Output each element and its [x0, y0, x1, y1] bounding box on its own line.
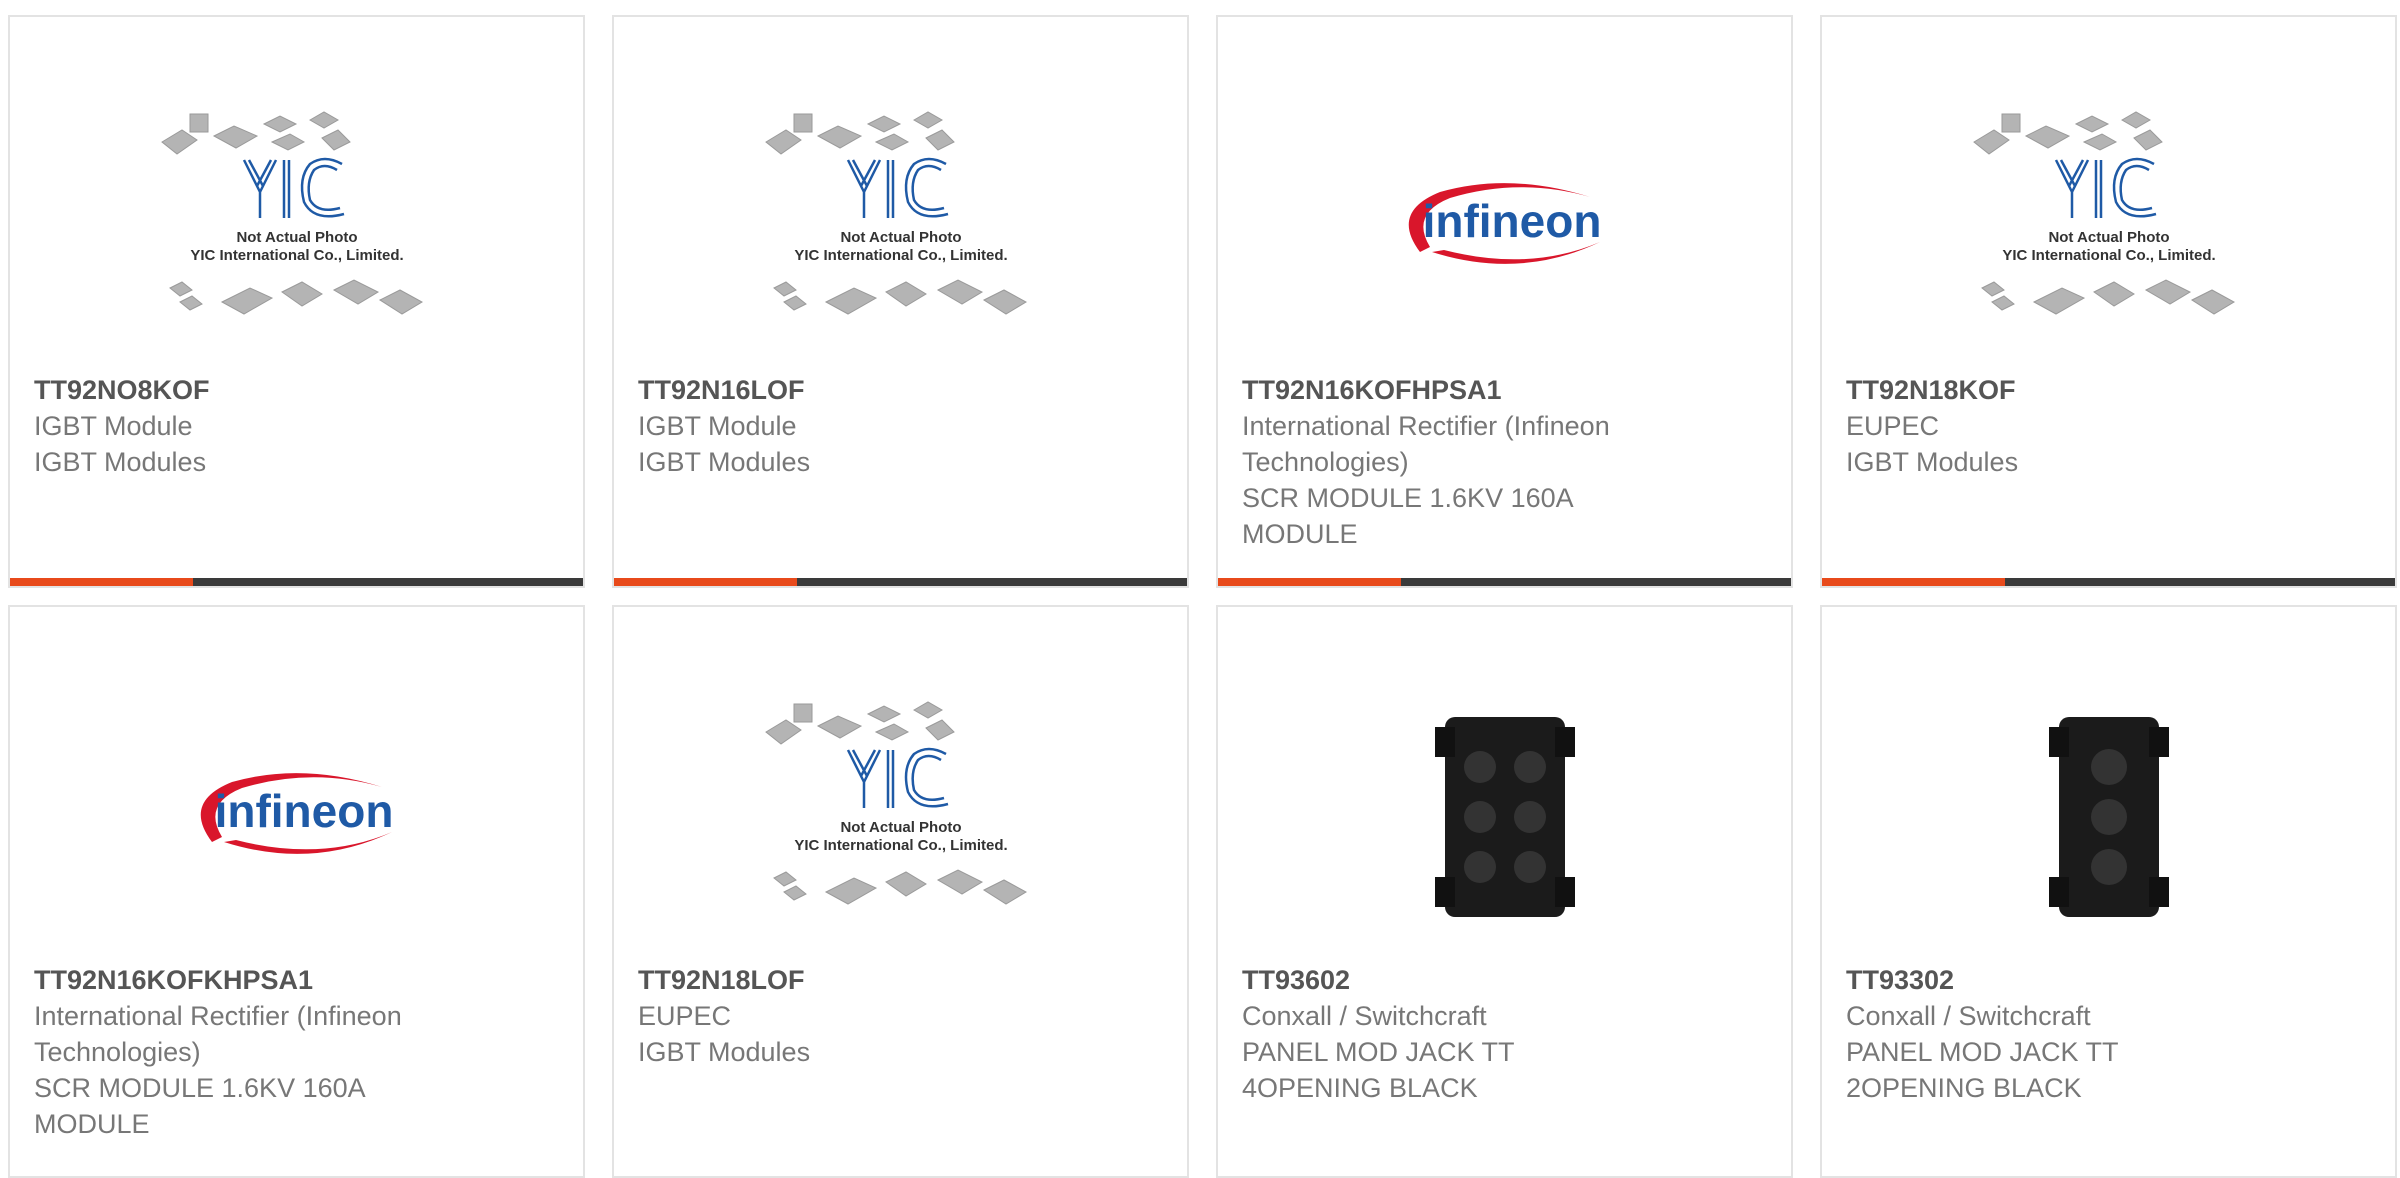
- product-card[interactable]: infineon TT92N16KOFHPSA1 International R…: [1216, 15, 1793, 588]
- category: IGBT Modules: [638, 1037, 811, 1067]
- card-accent-bar: [1218, 578, 1791, 586]
- part-number[interactable]: TT93302: [1846, 962, 2365, 998]
- infineon-logo: infineon: [1408, 183, 1601, 264]
- part-number[interactable]: TT92N16KOFKHPSA1: [34, 962, 553, 998]
- part-number[interactable]: TT92N18LOF: [638, 962, 1157, 998]
- description-cont: MODULE: [1242, 519, 1358, 549]
- jack-panel-2-image: [2048, 717, 2169, 917]
- description: SCR MODULE 1.6KV 160A: [1242, 483, 1574, 513]
- product-card[interactable]: Not Actual Photo YIC International Co., …: [612, 605, 1189, 1178]
- product-card[interactable]: Not Actual Photo YIC International Co., …: [1820, 15, 2397, 588]
- manufacturer: EUPEC: [638, 1001, 732, 1031]
- placeholder-line1: Not Actual Photo: [840, 819, 961, 836]
- yic-placeholder-image: Not Actual Photo YIC International Co., …: [160, 111, 423, 315]
- brand-logo-text: infineon: [214, 785, 393, 837]
- placeholder-line2: YIC International Co., Limited.: [794, 247, 1007, 264]
- description-cont: 2OPENING BLACK: [1846, 1073, 2082, 1103]
- manufacturer-cont: Technologies): [34, 1037, 201, 1067]
- manufacturer: Conxall / Switchcraft: [1242, 1001, 1487, 1031]
- manufacturer-cont: Technologies): [1242, 447, 1409, 477]
- product-card[interactable]: TT93302 Conxall / Switchcraft PANEL MOD …: [1820, 605, 2397, 1178]
- manufacturer: IGBT Module: [638, 411, 797, 441]
- description: PANEL MOD JACK TT: [1242, 1037, 1515, 1067]
- yic-placeholder-image: Not Actual Photo YIC International Co., …: [1972, 111, 2235, 315]
- infineon-logo: infineon: [200, 773, 393, 854]
- category: IGBT Modules: [638, 447, 811, 477]
- manufacturer: Conxall / Switchcraft: [1846, 1001, 2091, 1031]
- placeholder-line1: Not Actual Photo: [2048, 229, 2169, 246]
- product-image[interactable]: Not Actual Photo YIC International Co., …: [1822, 87, 2395, 367]
- card-accent-bar: [614, 578, 1187, 586]
- jack-panel-4-image: [1434, 717, 1575, 917]
- description-cont: 4OPENING BLACK: [1242, 1073, 1478, 1103]
- part-number[interactable]: TT92N16LOF: [638, 372, 1157, 408]
- part-number[interactable]: TT92NO8KOF: [34, 372, 553, 408]
- product-image[interactable]: Not Actual Photo YIC International Co., …: [614, 87, 1187, 367]
- card-accent-bar: [10, 578, 583, 586]
- product-image[interactable]: infineon: [10, 677, 583, 957]
- placeholder-line1: Not Actual Photo: [236, 229, 357, 246]
- product-card[interactable]: infineon TT92N16KOFKHPSA1 International …: [8, 605, 585, 1178]
- placeholder-line2: YIC International Co., Limited.: [794, 837, 1007, 854]
- manufacturer: International Rectifier (Infineon: [1242, 411, 1610, 441]
- part-number[interactable]: TT92N18KOF: [1846, 372, 2365, 408]
- placeholder-line2: YIC International Co., Limited.: [190, 247, 403, 264]
- placeholder-line2: YIC International Co., Limited.: [2002, 247, 2215, 264]
- description-cont: MODULE: [34, 1109, 150, 1139]
- part-number[interactable]: TT93602: [1242, 962, 1761, 998]
- part-number[interactable]: TT92N16KOFHPSA1: [1242, 372, 1761, 408]
- product-grid: Not Actual Photo YIC International Co., …: [0, 0, 2400, 1178]
- category: IGBT Modules: [34, 447, 207, 477]
- card-accent-bar: [1822, 578, 2395, 586]
- manufacturer: International Rectifier (Infineon: [34, 1001, 402, 1031]
- product-image[interactable]: infineon: [1218, 87, 1791, 367]
- yic-placeholder-image: Not Actual Photo YIC International Co., …: [764, 701, 1027, 905]
- description: PANEL MOD JACK TT: [1846, 1037, 2119, 1067]
- brand-logo-text: infineon: [1422, 195, 1601, 247]
- manufacturer: IGBT Module: [34, 411, 193, 441]
- product-image[interactable]: Not Actual Photo YIC International Co., …: [614, 677, 1187, 957]
- product-image[interactable]: [1822, 677, 2395, 957]
- product-card[interactable]: Not Actual Photo YIC International Co., …: [612, 15, 1189, 588]
- yic-placeholder-image: Not Actual Photo YIC International Co., …: [764, 111, 1027, 315]
- product-image[interactable]: Not Actual Photo YIC International Co., …: [10, 87, 583, 367]
- category: IGBT Modules: [1846, 447, 2019, 477]
- product-card[interactable]: Not Actual Photo YIC International Co., …: [8, 15, 585, 588]
- placeholder-line1: Not Actual Photo: [840, 229, 961, 246]
- description: SCR MODULE 1.6KV 160A: [34, 1073, 366, 1103]
- product-card[interactable]: TT93602 Conxall / Switchcraft PANEL MOD …: [1216, 605, 1793, 1178]
- manufacturer: EUPEC: [1846, 411, 1940, 441]
- product-image[interactable]: [1218, 677, 1791, 957]
